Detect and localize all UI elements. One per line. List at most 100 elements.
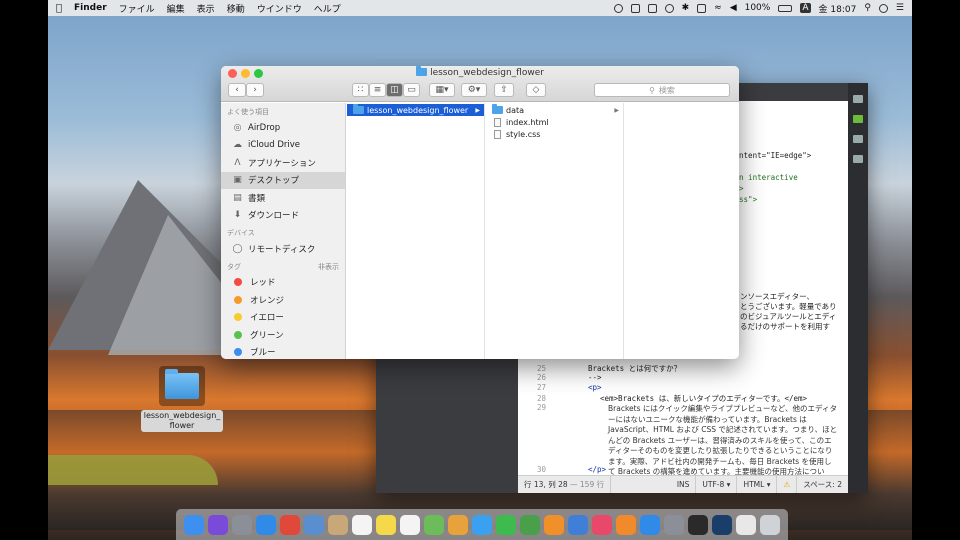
group-menu-button[interactable]: ▦▾ [429,83,455,97]
menu-help[interactable]: ヘルプ [314,2,341,15]
maps-icon[interactable] [424,514,444,535]
reminders-icon[interactable] [400,514,420,535]
cloud-status-icon[interactable] [664,3,674,13]
share-button[interactable]: ⇧ [494,83,514,97]
applications-icon: Λ [234,157,241,168]
battery-icon[interactable] [778,4,793,12]
warning-icon[interactable]: ⚠ [777,476,798,493]
pages-icon[interactable] [544,514,564,535]
tags-hide-toggle[interactable]: 非表示 [318,262,339,272]
finder-titlebar[interactable]: lesson_webdesign_flower ‹ › ∷ ≡ ◫ ▭ ▦▾ ⚙… [221,66,739,102]
gallery-view-button[interactable]: ▭ [403,83,420,97]
launchpad-icon[interactable] [232,514,252,535]
display-icon[interactable] [630,3,640,13]
clock[interactable]: 金 18:07 [819,2,857,15]
sidebar-item-desktop[interactable]: ▣ デスクトップ [221,171,345,189]
list-item[interactable]: index.html [486,116,623,128]
record-icon[interactable] [613,3,623,13]
tag-yellow-dot [234,313,242,322]
notification-center-icon[interactable]: ☰ [896,3,904,13]
folder-icon [165,369,199,399]
menu-file[interactable]: ファイル [119,2,155,15]
back-button[interactable]: ‹ [228,83,246,97]
volume-icon[interactable]: ◀ [730,3,737,13]
sidebar-item-downloads[interactable]: ⬇ ダウンロード [221,207,345,225]
code-line: 26 --> [536,373,602,382]
messages-icon[interactable] [472,514,492,535]
sidebar-item-airdrop[interactable]: ◎ AirDrop [221,119,345,137]
chrome-icon[interactable] [280,514,300,535]
disc-icon: ◯ [232,243,243,254]
wifi-icon[interactable]: ≈ [714,3,722,13]
spotlight-icon[interactable]: ⚲ [864,3,871,13]
sidebar-tag-yellow[interactable]: イエロー [221,309,345,327]
menu-view[interactable]: 表示 [197,2,215,15]
wand-icon[interactable] [853,135,863,143]
photos-icon[interactable] [448,514,468,535]
insert-mode[interactable]: INS [671,476,697,493]
sidebar-tag-green[interactable]: グリーン [221,326,345,344]
favorites-header: よく使う項目 [227,108,269,116]
downloads-stack-icon[interactable] [736,514,756,535]
sidebar-item-documents[interactable]: ▤ 書類 [221,189,345,207]
numbers-icon[interactable] [520,514,540,535]
code-line: 28 <em>Brackets は、新しいタイプのエディターです。</em> [536,394,808,403]
finder-column-2: data ▶ index.html style.css [486,103,624,359]
extract-icon[interactable] [853,155,863,163]
menu-go[interactable]: 移動 [227,2,245,15]
finder-icon[interactable] [184,514,204,535]
sidebar-item-icloud[interactable]: ☁ iCloud Drive [221,137,345,155]
apple-menu-icon[interactable]:  [56,3,62,14]
menu-app-name[interactable]: Finder [74,3,107,13]
system-preferences-icon[interactable] [664,514,684,535]
appstore-icon[interactable] [640,514,660,535]
column-view-button[interactable]: ◫ [386,83,403,97]
contacts-icon[interactable] [328,514,348,535]
action-menu-button[interactable]: ⚙▾ [461,83,487,97]
editor-toolbar [848,83,868,493]
photos-viewer-icon[interactable] [304,514,324,535]
forward-button[interactable]: › [246,83,264,97]
status-area: ✱ ≈ ◀ 100% A 金 18:07 ⚲ ☰ [613,2,904,15]
desktop-folder-highlight [159,366,205,406]
icon-view-button[interactable]: ∷ [352,83,369,97]
code-line: 29 [536,403,546,412]
sidebar-item-remote-disc[interactable]: ◯ リモートディスク [221,240,345,258]
notes-icon[interactable] [376,514,396,535]
list-item[interactable]: data ▶ [486,104,623,116]
brackets-icon[interactable] [712,514,732,535]
facetime-icon[interactable] [496,514,516,535]
bluetooth-icon[interactable]: ✱ [682,3,690,13]
sidebar-item-applications[interactable]: Λ アプリケーション [221,154,345,172]
siri-status-icon[interactable] [878,3,888,13]
list-view-button[interactable]: ≡ [369,83,386,97]
sidebar-tag-orange[interactable]: オレンジ [221,291,345,309]
ibooks-icon[interactable] [616,514,636,535]
encoding-select[interactable]: UTF-8 ▾ [696,476,738,493]
timemachine-icon[interactable] [697,3,707,13]
language-select[interactable]: HTML ▾ [737,476,778,493]
safari-icon[interactable] [256,514,276,535]
input-mode[interactable]: A [800,3,811,13]
list-item[interactable]: lesson_webdesign_flower ▶ [347,104,484,116]
extension-manager-icon[interactable] [853,115,863,123]
menu-edit[interactable]: 編集 [167,2,185,15]
list-item[interactable]: style.css [486,128,623,140]
calendar-icon[interactable] [352,514,372,535]
tag-button[interactable]: ◇ [526,83,546,97]
itunes-icon[interactable] [592,514,612,535]
battery-percent[interactable]: 100% [745,3,771,13]
quicktime-icon[interactable] [688,514,708,535]
indent-spaces[interactable]: スペース: 2 [797,476,848,493]
siri-icon[interactable] [208,514,228,535]
menu-window[interactable]: ウインドウ [257,2,302,15]
sidebar-tag-red[interactable]: レッド [221,274,345,292]
live-preview-icon[interactable] [853,95,863,103]
notes-status-icon[interactable] [647,3,657,13]
cursor-position: 行 13, 列 28 — 159 行 [518,476,612,493]
desktop-folder[interactable]: lesson_webdesign_ flower [140,366,224,432]
sidebar-tag-blue[interactable]: ブルー [221,344,345,360]
search-input[interactable]: ⚲ 検索 [594,83,730,97]
keynote-icon[interactable] [568,514,588,535]
trash-icon[interactable] [760,514,780,535]
